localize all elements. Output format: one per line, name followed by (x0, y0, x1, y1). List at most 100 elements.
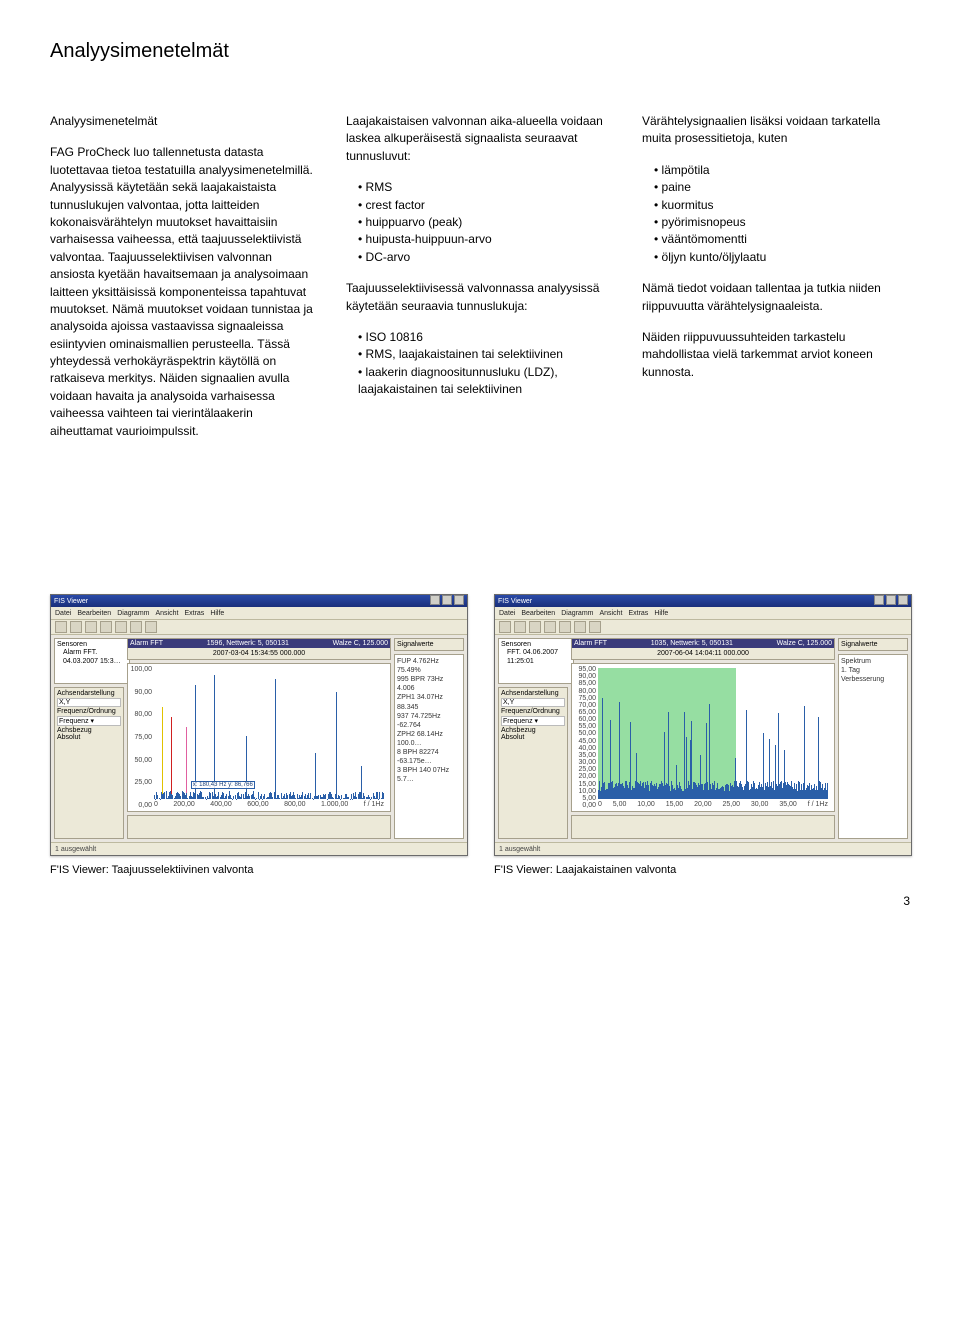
list-item: lämpötila (654, 162, 910, 179)
bottom-panel[interactable] (127, 815, 391, 839)
menu-item[interactable]: Ansicht (156, 610, 179, 617)
bottom-panel[interactable] (571, 815, 835, 839)
tree-root[interactable]: Sensoren (57, 641, 127, 649)
window-title: FIS Viewer (54, 598, 88, 605)
menu-item[interactable]: Diagramm (117, 610, 149, 617)
list-item: RMS (358, 179, 614, 196)
maximize-icon[interactable] (886, 595, 896, 605)
menu-item[interactable]: Ansicht (600, 610, 623, 617)
tool-icon[interactable] (115, 621, 127, 633)
text-columns: Analyysimenetelmät FAG ProCheck luo tall… (50, 113, 910, 454)
spectrum-plot-right[interactable]: 95,0090,0085,0080,0075,0070,0065,0060,00… (571, 663, 835, 812)
maximize-icon[interactable] (442, 595, 452, 605)
figure-caption-left: F'IS Viewer: Taajuusselektiivinen valvon… (50, 864, 466, 876)
close-icon[interactable] (454, 595, 464, 605)
list-item: crest factor (358, 197, 614, 214)
info-panel[interactable]: Spektrum1. Tag Verbesserung (838, 654, 908, 839)
plot-header: Alarm FFT1596, Nettwerk: 5, 050131 Walze… (127, 638, 391, 660)
work-area: Sensoren FFT. 04.06.2007 11:25:01 Achsen… (495, 635, 911, 842)
dropdown[interactable]: X,Y (57, 698, 121, 707)
spectrum-plot-left[interactable]: 100,0090,0080,0075,0050,0025,000,00 x: 1… (127, 663, 391, 812)
menu-item[interactable]: Datei (55, 610, 71, 617)
window-controls[interactable] (872, 595, 908, 607)
toolbar[interactable] (495, 620, 911, 635)
list-item: vääntömomentti (654, 231, 910, 248)
col3-p2: Nämä tiedot voidaan tallentaa ja tutkia … (642, 280, 910, 315)
list-item: ISO 10816 (358, 329, 614, 346)
tree-panel[interactable]: Sensoren Alarm FFT. 04.03.2007 15:3… (54, 638, 130, 684)
menubar[interactable]: Datei Bearbeiten Diagramm Ansicht Extras Hilf… (495, 607, 911, 620)
tool-icon[interactable] (85, 621, 97, 633)
right-panel: Signalwerte Spektrum1. Tag Verbesserung (838, 638, 908, 839)
work-area: Sensoren Alarm FFT. 04.03.2007 15:3… Ach… (51, 635, 467, 842)
menu-item[interactable]: Bearbeiten (521, 610, 555, 617)
tool-icon[interactable] (529, 621, 541, 633)
window-title: FIS Viewer (498, 598, 532, 605)
plot-net: 1596, Nettwerk: 5, 050131 (207, 640, 289, 647)
caption-prefix: F'IS Viewer: (50, 864, 112, 876)
menubar[interactable]: Datei Bearbeiten Diagramm Ansicht Extras Hilf… (51, 607, 467, 620)
tree-item[interactable]: FFT. 04.06.2007 11:25:01 (501, 649, 571, 666)
tree-item[interactable]: Alarm FFT. 04.03.2007 15:3… (57, 649, 127, 666)
menu-item[interactable]: Hilfe (654, 610, 668, 617)
side-settings[interactable]: Achsendarstellung X,Y Frequenz/Ordnung F… (54, 687, 124, 839)
plot-area[interactable] (598, 668, 828, 799)
window-controls[interactable] (428, 595, 464, 607)
plot-timestamp: 2007-06-04 14:04:11 000.000 (574, 650, 832, 657)
list-item: kuormitus (654, 197, 910, 214)
y-axis: 95,0090,0085,0080,0075,0070,0065,0060,00… (572, 664, 596, 811)
plot-set: Walze C, 125.000 (777, 640, 832, 647)
col1-subheading: Analyysimenetelmät (50, 113, 318, 130)
tree-root[interactable]: Sensoren (501, 641, 571, 649)
dropdown[interactable]: Frequenz ▾ (57, 716, 121, 726)
setting-label: Achsendarstellung (501, 690, 565, 697)
col2-list-2: ISO 10816RMS, laajakaistainen tai selekt… (346, 329, 614, 399)
figure-caption-right: F'IS Viewer: Laajakaistainen valvonta (494, 864, 910, 876)
list-item: DC-arvo (358, 249, 614, 266)
x-axis: 05,0010,0015,0020,0025,0030,0035,00f / 1… (598, 801, 828, 811)
tool-icon[interactable] (55, 621, 67, 633)
tree-panel[interactable]: Sensoren FFT. 04.06.2007 11:25:01 (498, 638, 574, 684)
tool-icon[interactable] (544, 621, 556, 633)
titlebar: FIS Viewer (495, 595, 911, 607)
col3-p3: Näiden riippuvuussuhteiden tarkastelu ma… (642, 329, 910, 381)
menu-item[interactable]: Hilfe (210, 610, 224, 617)
plot-header: Alarm FFT1035, Nettwerk: 5, 050131 Walze… (571, 638, 835, 660)
list-item: RMS, laajakaistainen tai selektiivinen (358, 346, 614, 363)
column-2: Laajakaistaisen valvonnan aika-alueella … (346, 113, 614, 454)
info-panel[interactable]: FUP 4.762Hz 75.49%995 BPR 73Hz 4.006ZPH1… (394, 654, 464, 839)
tool-icon[interactable] (514, 621, 526, 633)
tool-icon[interactable] (100, 621, 112, 633)
menu-item[interactable]: Datei (499, 610, 515, 617)
figure-left: FIS Viewer Datei Bearbeiten Diagramm Ansich… (50, 594, 466, 876)
menu-item[interactable]: Diagramm (561, 610, 593, 617)
plot-net: 1035, Nettwerk: 5, 050131 (651, 640, 733, 647)
menu-item[interactable]: Bearbeiten (77, 610, 111, 617)
close-icon[interactable] (898, 595, 908, 605)
col2-intro: Laajakaistaisen valvonnan aika-alueella … (346, 113, 614, 165)
tool-icon[interactable] (130, 621, 142, 633)
tool-icon[interactable] (559, 621, 571, 633)
list-item: öljyn kunto/öljylaatu (654, 249, 910, 266)
titlebar: FIS Viewer (51, 595, 467, 607)
tool-icon[interactable] (70, 621, 82, 633)
app-window-right: FIS Viewer Datei Bearbeiten Diagramm Ansich… (494, 594, 912, 856)
col2-p2: Taajuusselektiivisessä valvonnassa analy… (346, 280, 614, 315)
menu-item[interactable]: Extras (184, 610, 204, 617)
tool-icon[interactable] (589, 621, 601, 633)
dropdown[interactable]: Frequenz ▾ (501, 716, 565, 726)
tool-icon[interactable] (499, 621, 511, 633)
dropdown[interactable]: X,Y (501, 698, 565, 707)
setting-label: Absolut (501, 734, 565, 741)
menu-item[interactable]: Extras (628, 610, 648, 617)
side-settings[interactable]: Achsendarstellung X,Y Frequenz/Ordnung F… (498, 687, 568, 839)
tool-icon[interactable] (145, 621, 157, 633)
toolbar[interactable] (51, 620, 467, 635)
minimize-icon[interactable] (430, 595, 440, 605)
minimize-icon[interactable] (874, 595, 884, 605)
column-3: Värähtelysignaalien lisäksi voidaan tark… (642, 113, 910, 454)
col2-list-1: RMScrest factorhuippuarvo (peak)huipusta… (346, 179, 614, 266)
tool-icon[interactable] (574, 621, 586, 633)
plot-area[interactable]: x: 180,43 Hz y: 86,766 (154, 668, 384, 799)
center-panel: Alarm FFT1596, Nettwerk: 5, 050131 Walze… (127, 638, 391, 839)
